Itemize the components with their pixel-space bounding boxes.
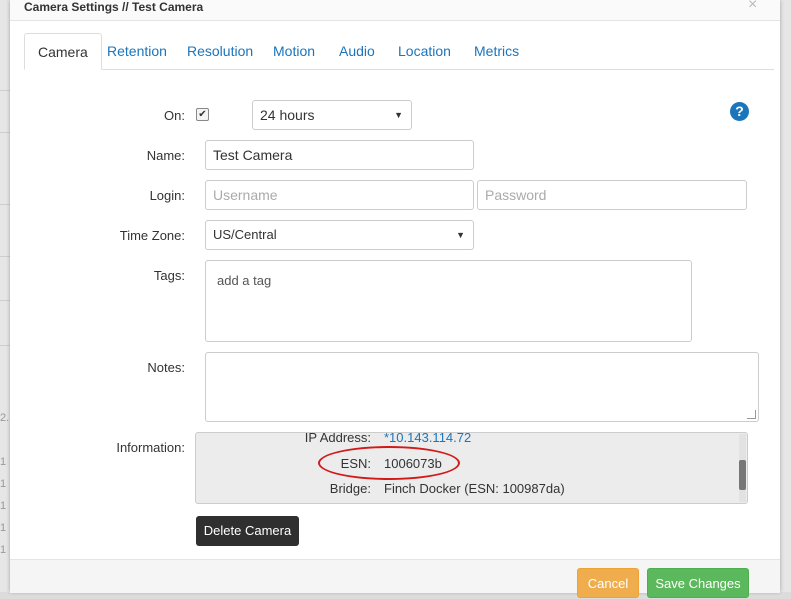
delete-camera-button[interactable]: Delete Camera xyxy=(196,516,299,546)
timezone-select[interactable]: US/Central ▼ xyxy=(205,220,474,250)
name-label: Name: xyxy=(146,148,185,163)
info-value-ip-address[interactable]: *10.143.114.72 xyxy=(384,433,471,445)
information-panel: IP Address: *10.143.114.72 ESN: 1006073b… xyxy=(195,432,748,504)
background-row-number: 1 xyxy=(0,456,7,468)
tags-label: Tags: xyxy=(153,268,185,283)
username-placeholder: Username xyxy=(213,187,278,203)
on-label: On: xyxy=(164,108,185,123)
password-field[interactable]: Password xyxy=(477,180,747,210)
tab-metrics[interactable]: Metrics xyxy=(474,33,519,69)
tab-audio[interactable]: Audio xyxy=(339,33,375,69)
tab-motion[interactable]: Motion xyxy=(273,33,315,69)
scrollbar-thumb[interactable] xyxy=(739,460,746,490)
info-key-esn: ESN: xyxy=(340,456,371,471)
cancel-button[interactable]: Cancel xyxy=(577,568,639,598)
name-field-value: Test Camera xyxy=(213,147,293,163)
tab-camera[interactable]: Camera xyxy=(24,33,102,70)
chevron-down-icon: ▼ xyxy=(394,110,403,120)
info-value-bridge: Finch Docker (ESN: 100987da) xyxy=(384,481,565,496)
resize-handle-icon[interactable] xyxy=(747,410,756,419)
on-checkbox[interactable]: ✔ xyxy=(196,108,209,121)
timezone-label: Time Zone: xyxy=(119,228,185,243)
background-row-number: 1 xyxy=(0,522,7,534)
information-scrollbar[interactable] xyxy=(739,434,746,502)
background-row-number: 1 xyxy=(0,544,7,556)
save-changes-button[interactable]: Save Changes xyxy=(647,568,749,598)
modal-title: Camera Settings // Test Camera xyxy=(24,0,204,14)
info-key-ip-address: IP Address: xyxy=(304,432,371,445)
login-label: Login: xyxy=(149,188,185,203)
timezone-select-value: US/Central xyxy=(213,227,277,242)
notes-label: Notes: xyxy=(147,360,185,375)
information-label: Information: xyxy=(116,440,185,455)
close-icon[interactable]: × xyxy=(748,0,757,13)
background-row-number: 2. xyxy=(0,412,10,424)
background-row-number: 1 xyxy=(0,500,7,512)
name-field[interactable]: Test Camera xyxy=(205,140,474,170)
background-row-number: 1 xyxy=(0,478,7,490)
info-value-esn: 1006073b xyxy=(384,456,442,471)
tags-placeholder: add a tag xyxy=(217,273,272,288)
duration-select-value: 24 hours xyxy=(260,107,315,123)
username-field[interactable]: Username xyxy=(205,180,474,210)
info-key-bridge: Bridge: xyxy=(329,481,371,496)
password-placeholder: Password xyxy=(485,187,547,203)
chevron-down-icon: ▼ xyxy=(456,230,465,240)
help-icon[interactable]: ? xyxy=(730,102,749,121)
settings-tabs: Camera Retention Resolution Motion Audio… xyxy=(24,33,774,70)
tab-location[interactable]: Location xyxy=(398,33,451,69)
tab-retention[interactable]: Retention xyxy=(107,33,167,69)
tags-input[interactable]: add a tag xyxy=(205,260,692,342)
tab-resolution[interactable]: Resolution xyxy=(187,33,253,69)
modal-header: Camera Settings // Test Camera × xyxy=(10,0,780,21)
notes-textarea[interactable] xyxy=(205,352,759,422)
duration-select[interactable]: 24 hours ▼ xyxy=(252,100,412,130)
